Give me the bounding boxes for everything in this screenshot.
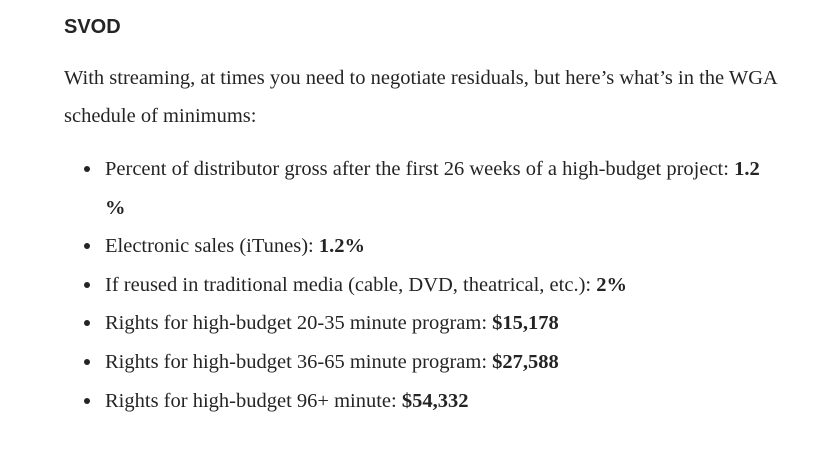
list-item-value: 1.2%	[318, 235, 366, 258]
list-item-label: Rights for high-budget 20-35 minute prog…	[105, 312, 493, 335]
section-heading: SVOD	[64, 16, 121, 38]
list-item-value: $27,588	[492, 350, 559, 373]
list-item: Rights for high-budget 20-35 minute prog…	[64, 304, 784, 343]
list-item: Rights for high-budget 36-65 minute prog…	[64, 343, 784, 382]
list-item-label: Rights for high-budget 96+ minute:	[105, 389, 402, 412]
list-item: Rights for high-budget 96+ minute: $54,3…	[64, 382, 784, 421]
list-item: If reused in traditional media (cable, D…	[64, 266, 784, 305]
intro-paragraph: With streaming, at times you need to neg…	[64, 67, 777, 127]
residuals-list: Percent of distributor gross after the f…	[64, 150, 784, 420]
list-item-value: 2%	[596, 273, 627, 296]
list-item: Percent of distributor gross after the f…	[64, 150, 784, 227]
list-item-label: Percent of distributor gross after the f…	[105, 158, 735, 180]
list-item-label: Rights for high-budget 36-65 minute prog…	[105, 350, 493, 373]
list-item-value: $54,332	[401, 389, 469, 412]
article-body: SVOD With streaming, at times you need t…	[64, 0, 784, 420]
list-item-label: Electronic sales (iTunes):	[105, 235, 319, 258]
list-item-label: If reused in traditional media (cable, D…	[105, 273, 597, 296]
list-item-value: $15,178	[492, 312, 559, 335]
list-item: Electronic sales (iTunes): 1.2%	[64, 227, 784, 266]
